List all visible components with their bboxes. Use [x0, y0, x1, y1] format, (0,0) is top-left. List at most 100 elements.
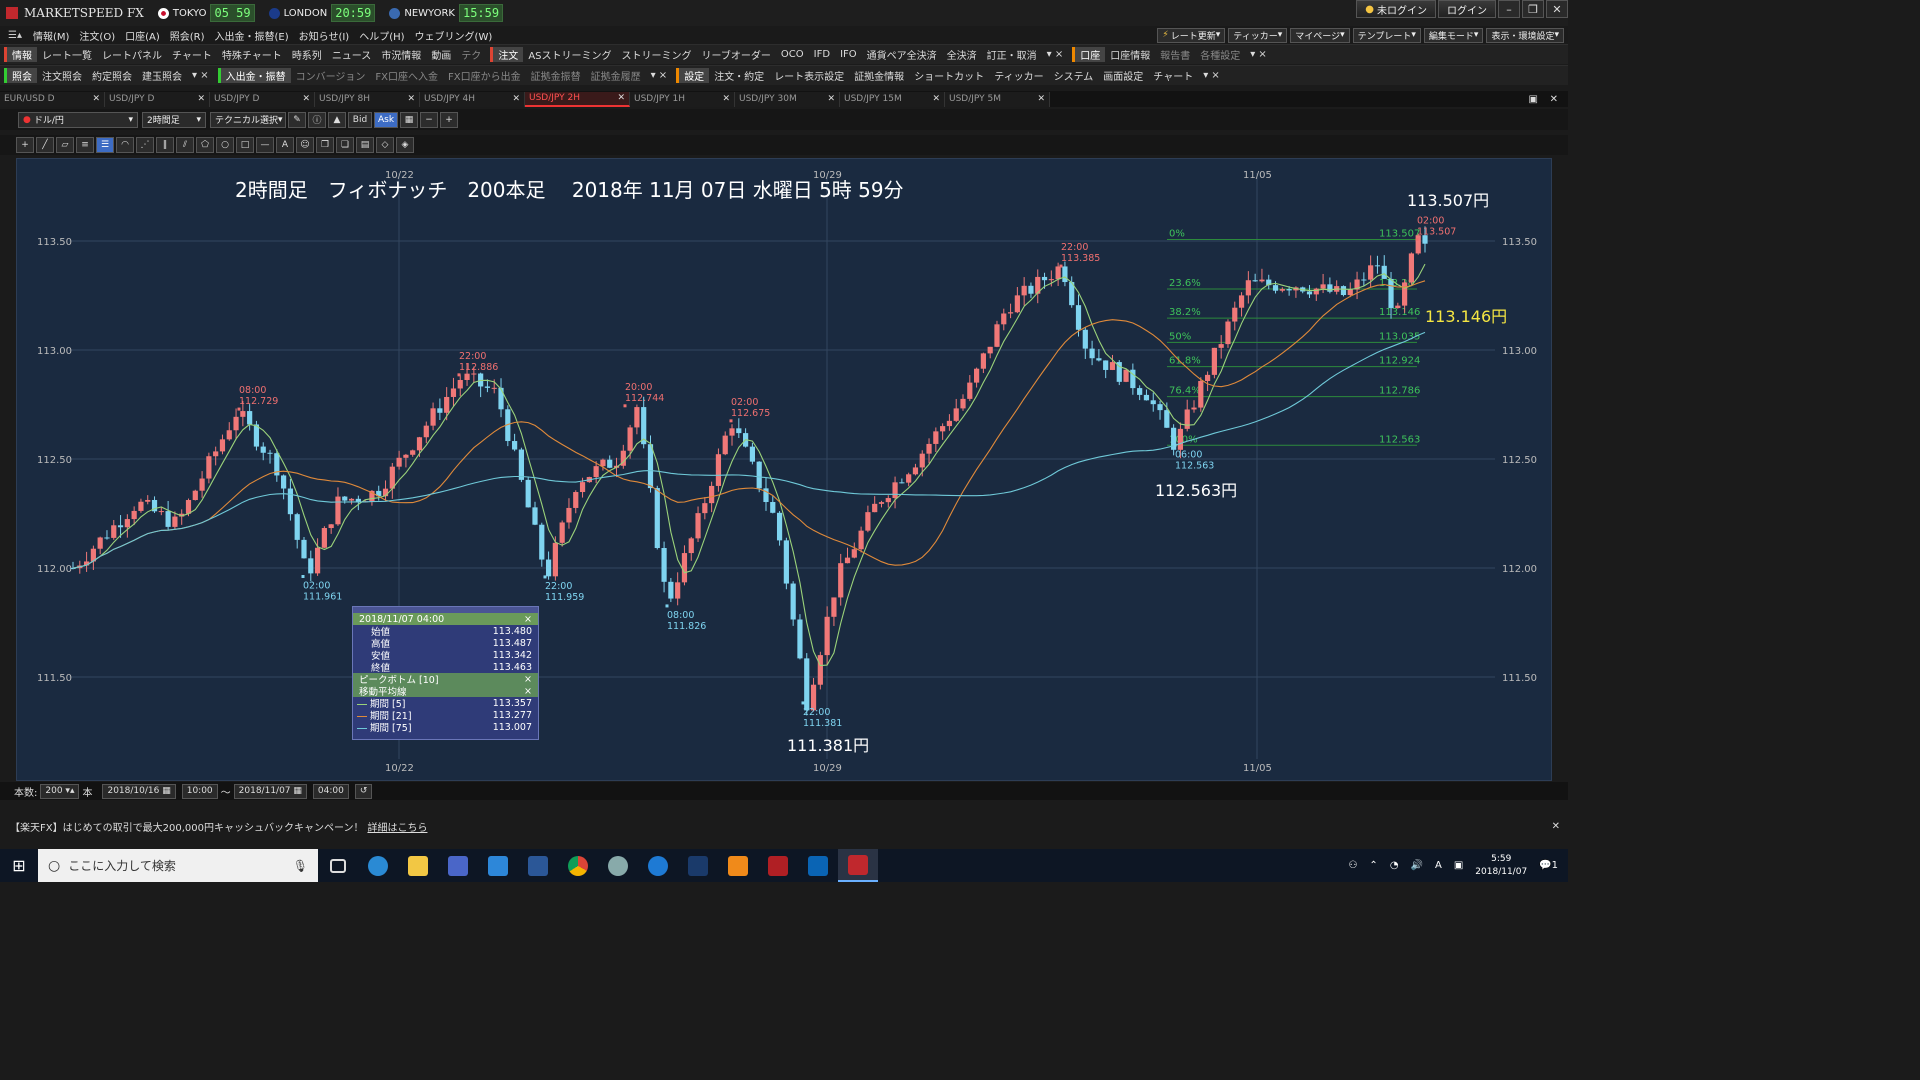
ie-icon[interactable] — [358, 849, 398, 882]
toolbar-item[interactable]: 特殊チャート — [217, 47, 287, 62]
tab-close-icon[interactable]: ✕ — [617, 93, 625, 103]
toolbar-item[interactable]: ニュース — [327, 47, 377, 62]
taskbar-search[interactable]: ○ ここに入力して検索 🎙 — [38, 849, 318, 882]
menu-info[interactable]: 情報(M) — [28, 28, 74, 43]
toolbar-item[interactable]: 時系列 — [287, 47, 327, 62]
orange-app-icon[interactable] — [718, 849, 758, 882]
time-from-input[interactable]: 10:00 — [181, 783, 218, 799]
network-icon[interactable]: ◔ — [1390, 860, 1399, 871]
toolbar-item[interactable]: システム — [1049, 68, 1099, 83]
tab-close-icon[interactable]: ✕ — [827, 94, 835, 104]
windows-start-icon[interactable]: ⊞ — [0, 849, 38, 882]
ticker-button[interactable]: ティッカー ▾ — [1228, 27, 1288, 43]
toolbar-item[interactable]: 注文・約定 — [709, 68, 769, 83]
menu-order[interactable]: 注文(O) — [74, 28, 120, 43]
menu-inquiry[interactable]: 照会(R) — [165, 28, 210, 43]
zoom-out-icon[interactable]: − — [420, 111, 438, 128]
toolbar-item[interactable]: レート表示設定 — [769, 68, 849, 83]
marketspeed-icon[interactable] — [758, 849, 798, 882]
polygon-icon[interactable]: ⬠ — [196, 137, 214, 153]
toolbar-more-icon[interactable]: ▾ × — [646, 70, 673, 81]
close-panel-icon[interactable]: ✕ — [1550, 94, 1558, 105]
toolbar-item[interactable]: レートパネル — [97, 47, 167, 62]
edge-icon[interactable] — [638, 849, 678, 882]
circle-icon[interactable]: ○ — [216, 137, 234, 153]
file-explorer-icon[interactable] — [398, 849, 438, 882]
toolbar-item[interactable]: 画面設定 — [1098, 68, 1148, 83]
toolbar-item[interactable]: ティッカー — [989, 68, 1048, 83]
icon-stamp-icon[interactable]: ☺ — [296, 137, 314, 153]
toolbar-item[interactable]: 報告書 — [1155, 47, 1195, 62]
eraser-all-icon[interactable]: ◈ — [396, 137, 414, 153]
toolbar-more-icon[interactable]: ▾ × — [187, 70, 214, 81]
arc-icon[interactable]: ◠ — [116, 137, 134, 153]
time-to-input[interactable]: 04:00 — [312, 783, 349, 799]
toolbar-item[interactable]: レート一覧 — [37, 47, 97, 62]
technical-select[interactable]: テクニカル選択 ▾ — [210, 111, 286, 128]
taskbar-clock[interactable]: 5:59 2018/11/07 — [1475, 853, 1527, 879]
display-settings-button[interactable]: 表示・環境設定 ▾ — [1486, 27, 1564, 43]
toolbar-item[interactable]: IFO — [835, 49, 862, 60]
toolbar-item[interactable]: 通貨ペア全決済 — [862, 47, 942, 62]
edit-mode-button[interactable]: 編集モード ▾ — [1423, 27, 1484, 43]
ask-button[interactable]: Ask — [374, 111, 398, 128]
rate-update-button[interactable]: ⚡ レート更新 ▾ — [1157, 27, 1226, 43]
mypage-button[interactable]: マイページ ▾ — [1290, 27, 1350, 43]
tab-close-icon[interactable]: ✕ — [722, 94, 730, 104]
count-select[interactable]: 200 ▾▴ — [40, 783, 80, 799]
date-from-input[interactable]: 2018/10/16 ▦ — [102, 783, 176, 799]
calculator-app-icon[interactable] — [438, 849, 478, 882]
ohlc-info-box[interactable]: 2018/11/07 04:00 × 始値 113.480 高値 113.487 安… — [352, 606, 539, 740]
toolbar-item[interactable]: チャート — [1148, 68, 1198, 83]
horizontal-lines-icon[interactable]: ≡ — [76, 137, 94, 153]
toolbar-item[interactable]: OCO — [776, 49, 809, 60]
mountain-chart-icon[interactable]: ▲ — [328, 111, 346, 128]
ime-mode-icon[interactable]: ▣ — [1454, 860, 1463, 871]
close-button[interactable]: ✕ — [1546, 0, 1568, 18]
banner-link[interactable]: 詳細はこちら — [367, 819, 427, 834]
tab-4[interactable]: USD/JPY 4H ✕ — [420, 91, 525, 107]
tab-8[interactable]: USD/JPY 15M ✕ — [840, 91, 945, 107]
tab-9[interactable]: USD/JPY 5M ✕ — [945, 91, 1050, 107]
globe-app-icon[interactable] — [598, 849, 638, 882]
info-icon[interactable]: ⓘ — [308, 111, 326, 128]
close-icon[interactable]: × — [524, 614, 532, 625]
toolbar-item[interactable]: 注文照会 — [37, 68, 87, 83]
paste-icon[interactable]: ❏ — [336, 137, 354, 153]
tab-close-icon[interactable]: ✕ — [512, 94, 520, 104]
toolbar-item[interactable]: FX口座から出金 — [443, 68, 526, 83]
volume-icon[interactable]: 🔊 — [1411, 860, 1423, 871]
refresh-button[interactable]: ↺ — [354, 783, 373, 799]
ruler-icon[interactable]: ▱ — [56, 137, 74, 153]
crosshair-icon[interactable]: + — [16, 137, 34, 153]
menu-deposit[interactable]: 入出金・振替(E) — [210, 28, 294, 43]
eraser-icon[interactable]: ◇ — [376, 137, 394, 153]
toolbar-more-icon[interactable]: ▾ × — [1245, 49, 1272, 60]
tab-close-icon[interactable]: ✕ — [197, 94, 205, 104]
timeframe-select[interactable]: 2時間足 ▾ — [142, 111, 206, 128]
toolbar-item[interactable]: 証拠金履歴 — [586, 68, 646, 83]
fan-icon[interactable]: ⋰ — [136, 137, 154, 153]
text-icon[interactable]: A — [276, 137, 294, 153]
tab-close-icon[interactable]: ✕ — [932, 94, 940, 104]
close-icon[interactable]: × — [524, 686, 532, 697]
menu-help[interactable]: ヘルプ(H) — [354, 28, 409, 43]
pen-icon[interactable]: ✎ — [288, 111, 306, 128]
toolbar-item[interactable]: 約定照会 — [87, 68, 137, 83]
price-chart[interactable]: 113.50 113.50 113.00 113.00 112.50 112.50 112.… — [16, 158, 1552, 781]
hline-icon[interactable]: — — [256, 137, 274, 153]
toolbar-item[interactable]: 全決済 — [942, 47, 982, 62]
tab-close-icon[interactable]: ✕ — [407, 94, 415, 104]
toolbar-more-icon[interactable]: ▾ × — [1198, 70, 1225, 81]
toolbar-item[interactable]: 証拠金情報 — [849, 68, 909, 83]
toolbar-item[interactable]: 建玉照会 — [137, 68, 187, 83]
tab-0[interactable]: EUR/USD D ✕ — [0, 91, 105, 107]
toolbar-item[interactable]: コンバージョン — [291, 68, 371, 83]
rectangle-icon[interactable]: □ — [236, 137, 254, 153]
close-icon[interactable]: ✕ — [1552, 821, 1560, 832]
toolbar-item[interactable]: ASストリーミング — [523, 47, 616, 62]
copy-icon[interactable]: ❐ — [316, 137, 334, 153]
restore-button[interactable]: ❐ — [1522, 0, 1544, 18]
toolbar-item[interactable]: 各種設定 — [1195, 47, 1245, 62]
menu-toggle-icon[interactable]: ☰▴ — [8, 30, 22, 41]
